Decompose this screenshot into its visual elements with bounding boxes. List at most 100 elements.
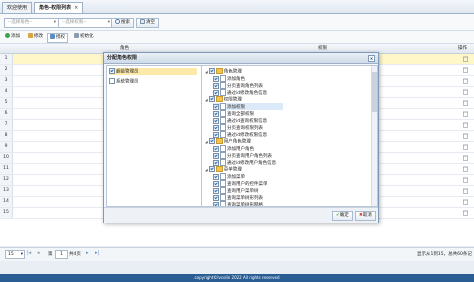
init-button-label: 初始化: [80, 34, 94, 39]
next-page-icon[interactable]: ▸: [86, 250, 89, 256]
tree-checkbox[interactable]: [213, 82, 219, 89]
role-checkbox[interactable]: [109, 68, 115, 74]
search-button[interactable]: 搜索: [111, 18, 134, 28]
row-number: 8: [0, 131, 13, 141]
trash-icon[interactable]: [463, 67, 468, 73]
role-select[interactable]: --选择角色-- ▾: [4, 18, 59, 28]
last-page-icon[interactable]: ▸|: [95, 250, 99, 256]
tree-folder-node[interactable]: ◢ 用户角色管理: [205, 138, 251, 145]
tree-checkbox[interactable]: [208, 96, 215, 102]
trash-icon[interactable]: [463, 188, 468, 194]
file-icon: [220, 131, 226, 138]
cancel-button[interactable]: ✖取消: [355, 211, 376, 221]
tab-welcome[interactable]: 欢迎使用: [2, 2, 33, 13]
trash-icon[interactable]: [463, 100, 468, 106]
tree-checkbox[interactable]: [213, 131, 219, 138]
tree-checkbox[interactable]: [213, 152, 219, 159]
trash-icon[interactable]: [463, 210, 468, 216]
ok-button[interactable]: ✔确定: [332, 211, 353, 221]
expand-icon[interactable]: ◢: [205, 70, 208, 74]
scrollbar-thumb[interactable]: [372, 72, 377, 112]
trash-icon[interactable]: [463, 111, 468, 117]
column-permission[interactable]: 权限: [318, 45, 327, 51]
close-icon[interactable]: ×: [74, 5, 78, 11]
tree-checkbox[interactable]: [213, 89, 219, 96]
row-number: 6: [0, 109, 13, 119]
tree-leaf-node[interactable]: 查询全部权限: [213, 110, 254, 117]
grant-button[interactable]: 授权: [47, 33, 68, 43]
trash-icon[interactable]: [463, 56, 468, 62]
role-item[interactable]: 超级管理员: [109, 68, 197, 75]
tree-leaf-node[interactable]: 通过id修改角色信息: [213, 89, 267, 96]
tree-leaf-node[interactable]: 添加角色: [213, 75, 245, 82]
tree-checkbox[interactable]: [213, 173, 219, 180]
search-button-label: 搜索: [121, 20, 130, 25]
trash-icon[interactable]: [463, 144, 468, 150]
tree-leaf-node[interactable]: 查询菜单树形列表: [213, 194, 263, 201]
tree-node-label: 菜单管理: [223, 167, 242, 173]
add-button-label: 添加: [11, 34, 20, 39]
expand-icon[interactable]: ◢: [205, 140, 208, 144]
row-number: 1: [0, 54, 13, 64]
edit-button[interactable]: 修改: [26, 33, 45, 41]
file-icon: [220, 180, 226, 187]
tree-leaf-node[interactable]: 通过id修改用户角色信息: [213, 159, 276, 166]
close-icon[interactable]: ×: [368, 55, 375, 62]
role-checkbox[interactable]: [109, 78, 115, 84]
tree-leaf-node[interactable]: 分页查询权限列表: [213, 124, 263, 131]
page-number-input[interactable]: 1: [55, 250, 68, 259]
tree-leaf-node[interactable]: 分页查询用户角色列表: [213, 152, 272, 159]
trash-icon[interactable]: [463, 133, 468, 139]
clear-button[interactable]: 清空: [136, 18, 159, 28]
tree-leaf-node[interactable]: 通过id修改权限信息: [213, 131, 267, 138]
tree-checkbox[interactable]: [208, 138, 215, 144]
prev-page-icon[interactable]: ◂: [37, 250, 40, 256]
tree-folder-node[interactable]: ◢ 菜单管理: [205, 166, 242, 173]
permission-select[interactable]: --选择权限-- ▾: [58, 18, 113, 28]
tree-folder-node[interactable]: ◢ 权限管理: [205, 96, 242, 103]
tree-checkbox[interactable]: [213, 145, 219, 152]
trash-icon[interactable]: [463, 177, 468, 183]
trash-icon[interactable]: [463, 89, 468, 95]
trash-icon[interactable]: [463, 199, 468, 205]
tree-checkbox[interactable]: [208, 166, 215, 172]
file-icon: [220, 159, 226, 166]
tab-role-permission[interactable]: 角色-权限列表 ×: [34, 2, 84, 13]
first-page-icon[interactable]: |◂: [27, 250, 31, 256]
tree-checkbox[interactable]: [213, 75, 219, 82]
add-button[interactable]: 添加: [3, 33, 22, 41]
file-icon: [220, 117, 226, 124]
trash-icon[interactable]: [463, 166, 468, 172]
trash-icon[interactable]: [463, 155, 468, 161]
dialog-titlebar: 分配角色权限 ×: [104, 53, 378, 64]
tree-checkbox[interactable]: [213, 194, 219, 201]
init-button[interactable]: 初始化: [72, 33, 96, 41]
expand-icon[interactable]: ◢: [205, 168, 208, 172]
tree-leaf-node[interactable]: 添加菜单: [213, 173, 245, 180]
tree-checkbox[interactable]: [213, 117, 219, 124]
trash-icon[interactable]: [463, 122, 468, 128]
file-icon: [220, 82, 226, 89]
tree-checkbox[interactable]: [213, 159, 219, 166]
tree-leaf-node[interactable]: 通过id查询权限信息: [213, 117, 267, 124]
expand-icon[interactable]: ◢: [205, 98, 208, 102]
tree-checkbox[interactable]: [213, 103, 219, 110]
tree-checkbox[interactable]: [213, 187, 219, 194]
tree-checkbox[interactable]: [213, 124, 219, 131]
page-size-select[interactable]: 15 ▾: [5, 250, 25, 259]
tree-leaf-node[interactable]: 添加权限: [213, 103, 283, 110]
tree-leaf-node[interactable]: 查询用户菜单树: [213, 187, 259, 194]
tree-leaf-node[interactable]: 分页查询角色列表: [213, 82, 263, 89]
tree-leaf-node[interactable]: 添加用户角色: [213, 145, 254, 152]
scrollbar[interactable]: [371, 66, 377, 206]
tree-checkbox[interactable]: [213, 110, 219, 117]
tree-folder-node[interactable]: ◢ 角色管理: [205, 68, 242, 75]
tree-checkbox[interactable]: [213, 180, 219, 187]
role-item[interactable]: 系统管理员: [109, 78, 197, 85]
trash-icon[interactable]: [463, 78, 468, 84]
row-number: 13: [0, 186, 13, 196]
tree-checkbox[interactable]: [208, 68, 215, 74]
file-icon: [220, 110, 226, 117]
column-role[interactable]: 角色: [120, 45, 129, 51]
tree-leaf-node[interactable]: 查询用户的控件菜单: [213, 180, 268, 187]
